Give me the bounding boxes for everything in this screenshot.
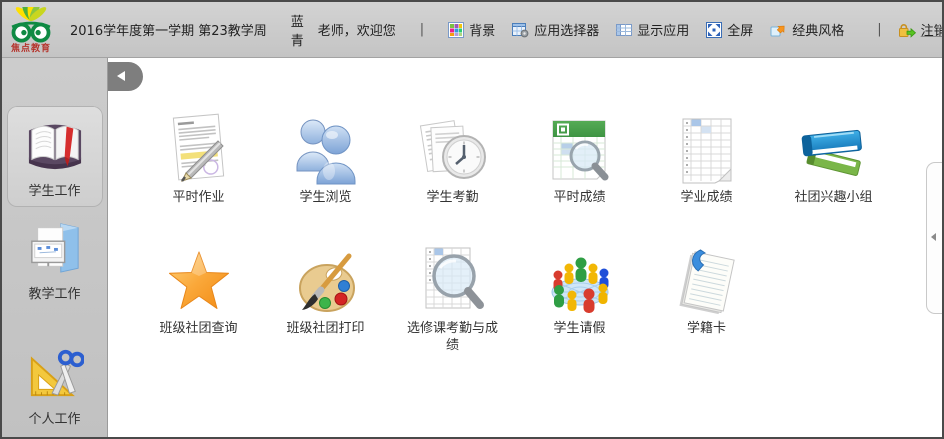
app-daily-homework[interactable]: 平时作业 xyxy=(135,108,262,207)
app-club-interest-group[interactable]: 社团兴趣小组 xyxy=(770,108,897,207)
classic-style-button-label: 经典风格 xyxy=(792,20,844,39)
sidebar-item-teaching-work[interactable]: 教学工作 xyxy=(7,211,103,310)
logout-button-label: 注销 xyxy=(921,20,944,39)
top-bar: 焦点教育 2016学年度第一学期 第23教学周 蓝青 老师，欢迎您 | 背景 xyxy=(2,2,942,58)
logout-lock-icon xyxy=(898,22,916,38)
collapse-sidebar-button[interactable] xyxy=(108,62,143,91)
app-student-registration-card[interactable]: 学籍卡 xyxy=(643,239,770,355)
fullscreen-icon xyxy=(706,22,722,38)
background-button[interactable]: 背景 xyxy=(448,20,495,39)
sidebar-item-label: 教学工作 xyxy=(28,283,80,302)
background-palette-icon xyxy=(448,22,464,38)
app-label: 平时作业 xyxy=(172,190,224,207)
sidebar-item-student-work[interactable]: 学生工作 xyxy=(7,106,103,207)
expand-right-panel-button[interactable] xyxy=(926,162,942,314)
app-selector-button[interactable]: 应用选择器 xyxy=(512,20,599,39)
sidebar-item-label: 学生工作 xyxy=(28,180,80,199)
app-label: 平时成绩 xyxy=(553,190,605,207)
logo-text: 焦点教育 xyxy=(11,41,51,54)
show-apps-icon xyxy=(616,22,632,38)
stacked-books-icon xyxy=(795,115,873,187)
term-info: 2016学年度第一学期 第23教学周 xyxy=(70,20,267,39)
background-button-label: 背景 xyxy=(469,20,495,39)
notepad-ribbon-icon xyxy=(672,246,742,318)
arrow-left-icon xyxy=(117,71,125,81)
app-academic-grades[interactable]: 学业成绩 xyxy=(643,108,770,207)
app-label: 学籍卡 xyxy=(687,321,726,338)
fullscreen-button-label: 全屏 xyxy=(727,20,753,39)
fullscreen-button[interactable]: 全屏 xyxy=(706,20,753,39)
app-label: 班级社团查询 xyxy=(159,321,237,338)
document-pen-icon xyxy=(162,111,236,187)
paint-palette-icon xyxy=(289,246,363,318)
logo: 焦点教育 xyxy=(2,5,60,54)
spreadsheet-icon xyxy=(675,115,739,187)
user-greeting: 老师，欢迎您 xyxy=(318,20,396,39)
sidebar-pager-down[interactable] xyxy=(17,435,93,439)
sidebar-item-personal-work[interactable]: 个人工作 xyxy=(7,336,103,435)
teaching-folder-icon xyxy=(26,220,84,274)
blue-people-icon xyxy=(291,115,361,187)
app-student-browse[interactable]: 学生浏览 xyxy=(262,108,389,207)
app-student-attendance[interactable]: 学生考勤 xyxy=(389,108,516,207)
app-row-2: 班级社团查询 班级社团打印 xyxy=(135,239,770,355)
app-selector-icon xyxy=(512,22,529,38)
sheet-big-magnifier-icon xyxy=(416,244,490,318)
app-label: 学生考勤 xyxy=(426,190,478,207)
app-row-1: 平时作业 xyxy=(135,108,897,207)
ruler-scissors-icon xyxy=(26,345,84,399)
classic-style-icon xyxy=(770,22,787,38)
app-selector-button-label: 应用选择器 xyxy=(534,20,599,39)
open-book-icon xyxy=(24,115,86,171)
app-class-club-query[interactable]: 班级社团查询 xyxy=(135,239,262,355)
show-apps-button[interactable]: 显示应用 xyxy=(616,20,689,39)
logout-button[interactable]: 注销 xyxy=(898,20,944,39)
orange-star-icon xyxy=(162,246,236,318)
arrow-left-icon xyxy=(931,233,936,241)
separator: | xyxy=(420,22,424,37)
sidebar: 学生工作 教学工作 xyxy=(2,58,108,437)
app-student-leave[interactable]: 学生请假 xyxy=(516,239,643,355)
papers-clock-icon xyxy=(416,115,490,187)
app-label: 社团兴趣小组 xyxy=(794,190,872,207)
user-name: 蓝青 xyxy=(291,11,304,49)
people-circle-icon xyxy=(542,246,618,318)
app-label: 选修课考勤与成绩 xyxy=(406,321,500,355)
app-window: 焦点教育 2016学年度第一学期 第23教学周 蓝青 老师，欢迎您 | 背景 xyxy=(0,0,944,439)
separator: | xyxy=(877,22,881,37)
green-sheet-magnifier-icon xyxy=(545,115,615,187)
show-apps-button-label: 显示应用 xyxy=(637,20,689,39)
app-label: 学业成绩 xyxy=(680,190,732,207)
app-label: 学生请假 xyxy=(553,321,605,338)
classic-style-button[interactable]: 经典风格 xyxy=(770,20,844,39)
app-label: 学生浏览 xyxy=(299,190,351,207)
sidebar-item-label: 个人工作 xyxy=(28,408,80,427)
owl-logo-icon xyxy=(2,7,60,43)
app-elective-attendance-grades[interactable]: 选修课考勤与成绩 xyxy=(389,239,516,355)
app-label: 班级社团打印 xyxy=(286,321,364,338)
chevron-down-icon xyxy=(17,435,93,439)
app-class-club-print[interactable]: 班级社团打印 xyxy=(262,239,389,355)
main-panel: 平时作业 xyxy=(109,58,942,437)
app-daily-grades[interactable]: 平时成绩 xyxy=(516,108,643,207)
